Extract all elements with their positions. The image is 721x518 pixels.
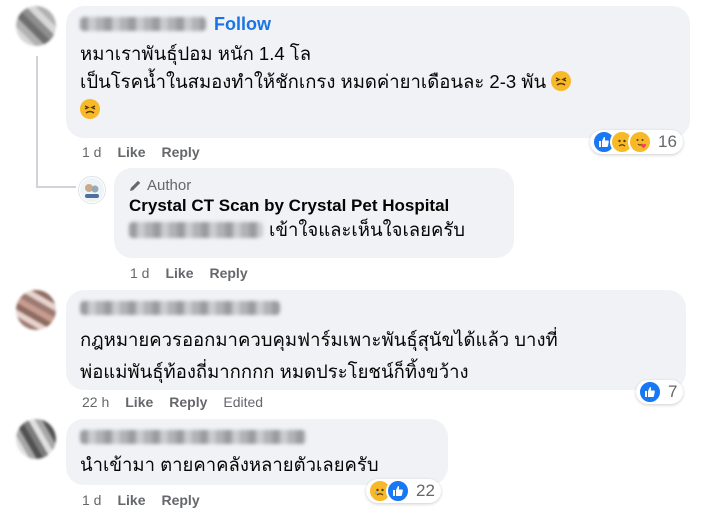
blurred-username[interactable] bbox=[80, 301, 280, 315]
pen-icon bbox=[130, 180, 141, 191]
comment-text: กฎหมายควรออกมาควบคุมฟาร์มเพาะพันธุ์สุนัข… bbox=[80, 324, 672, 388]
like-button[interactable]: Like bbox=[117, 144, 145, 160]
author-avatar[interactable] bbox=[78, 176, 106, 204]
comment-header bbox=[80, 427, 434, 447]
thread-line bbox=[36, 56, 38, 186]
like-button[interactable]: Like bbox=[165, 265, 193, 281]
comment-header: Follow bbox=[80, 14, 676, 34]
care-reaction-icon bbox=[628, 130, 652, 154]
reaction-count: 16 bbox=[658, 132, 677, 151]
author-name[interactable]: Crystal CT Scan by Crystal Pet Hospital bbox=[129, 196, 499, 216]
comment-actions: 22 h Like Reply Edited bbox=[82, 394, 279, 410]
follow-button[interactable]: Follow bbox=[214, 14, 271, 35]
avatar[interactable] bbox=[16, 290, 56, 330]
reply-text: เข้าใจและเห็นใจเลยครับ bbox=[269, 219, 466, 240]
comment-text: นำเข้ามา ตายคาคลังหลายตัวเลยครับ bbox=[80, 454, 379, 475]
author-reply-bubble: Author Crystal CT Scan by Crystal Pet Ho… bbox=[114, 168, 514, 258]
reply-actions: 1 d Like Reply bbox=[130, 265, 264, 281]
crystal-pet-logo-icon bbox=[80, 178, 104, 202]
reaction-summary[interactable]: 7 bbox=[636, 380, 684, 404]
comment-header bbox=[80, 298, 672, 318]
author-badge: Author bbox=[129, 177, 499, 194]
reply-timestamp[interactable]: 1 d bbox=[130, 265, 149, 281]
edited-label: Edited bbox=[223, 394, 264, 410]
reply-button[interactable]: Reply bbox=[161, 144, 199, 160]
tired-face-emoji-icon bbox=[551, 71, 572, 91]
comment-bubble: นำเข้ามา ตายคาคลังหลายตัวเลยครับ bbox=[66, 419, 448, 485]
comment-bubble: กฎหมายควรออกมาควบคุมฟาร์มเพาะพันธุ์สุนัข… bbox=[66, 290, 686, 390]
reply-button[interactable]: Reply bbox=[169, 394, 207, 410]
comment-text-line-2: เป็นโรคน้ำในสมองทำให้ชักเกรง หมดค่ายาเดื… bbox=[80, 68, 676, 96]
comment-text: หมาเราพันธุ์ปอม หนัก 1.4 โล เป็นโรคน้ำใน… bbox=[80, 40, 676, 124]
comment-timestamp[interactable]: 22 h bbox=[82, 394, 109, 410]
thread-line-branch bbox=[36, 186, 76, 188]
blurred-username[interactable] bbox=[80, 430, 306, 444]
tired-face-emoji-icon bbox=[80, 99, 100, 119]
reaction-count: 22 bbox=[416, 481, 435, 500]
blurred-mention[interactable] bbox=[129, 222, 263, 238]
comment-text-line-2: พ่อแม่พันธุ์ท้องถี่มากกกก หมดประโยชน์ก็ท… bbox=[80, 361, 469, 382]
like-reaction-icon bbox=[386, 479, 410, 503]
comment-bubble: Follow หมาเราพันธุ์ปอม หนัก 1.4 โล เป็นโ… bbox=[66, 6, 690, 138]
reaction-summary[interactable]: 22 bbox=[366, 479, 441, 503]
comment-text-line-3 bbox=[80, 96, 676, 124]
reply-button[interactable]: Reply bbox=[161, 492, 199, 508]
author-badge-label: Author bbox=[147, 177, 192, 194]
avatar[interactable] bbox=[16, 6, 56, 46]
comment-actions: 1 d Like Reply bbox=[82, 492, 216, 508]
comment-timestamp[interactable]: 1 d bbox=[82, 492, 101, 508]
reaction-count: 7 bbox=[668, 382, 678, 401]
comment-text-line: กฎหมายควรออกมาควบคุมฟาร์มเพาะพันธุ์สุนัข… bbox=[80, 329, 558, 350]
like-button[interactable]: Like bbox=[125, 394, 153, 410]
avatar[interactable] bbox=[16, 419, 56, 459]
like-button[interactable]: Like bbox=[117, 492, 145, 508]
reaction-summary[interactable]: 16 bbox=[590, 130, 683, 154]
blurred-username[interactable] bbox=[80, 17, 206, 31]
comment-actions: 1 d Like Reply bbox=[82, 144, 216, 160]
reply-button[interactable]: Reply bbox=[209, 265, 247, 281]
like-reaction-icon bbox=[638, 380, 662, 404]
comment-text-line: หมาเราพันธุ์ปอม หนัก 1.4 โล bbox=[80, 43, 312, 64]
reply-text-row: เข้าใจและเห็นใจเลยครับ bbox=[129, 216, 499, 244]
comment-timestamp[interactable]: 1 d bbox=[82, 144, 101, 160]
